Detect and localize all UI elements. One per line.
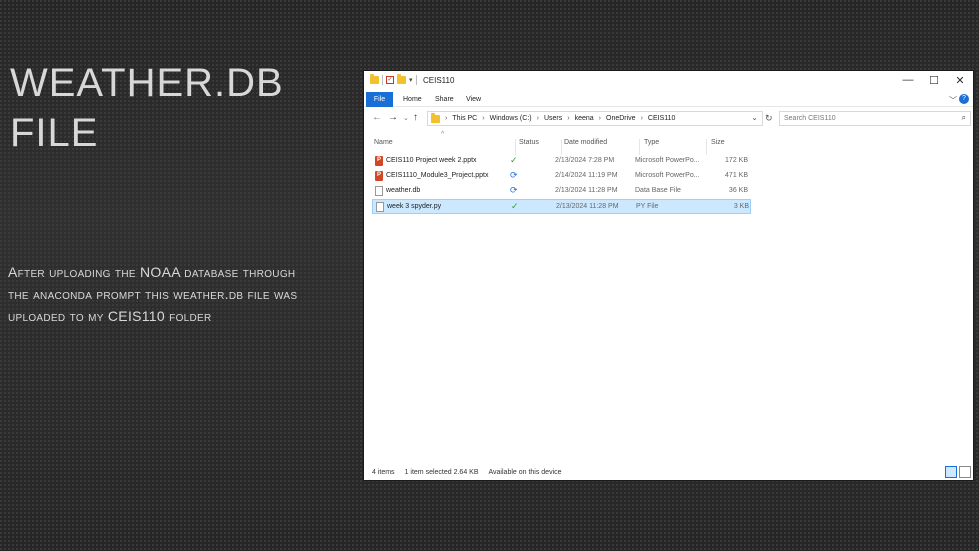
file-date: 2/13/2024 11:28 PM: [555, 187, 618, 194]
toolbar-divider: [382, 75, 383, 85]
back-arrow-icon[interactable]: ←: [372, 112, 382, 123]
chevron-right-icon: ›: [445, 115, 448, 122]
file-date: 2/14/2024 11:19 PM: [555, 172, 618, 179]
selection-info: 1 item selected 2.64 KB: [404, 469, 479, 476]
chevron-right-icon: ›: [482, 115, 485, 122]
file-type: Data Base File: [635, 187, 681, 194]
search-icon: ⌕: [961, 113, 966, 122]
forward-arrow-icon[interactable]: →: [388, 112, 398, 123]
file-date: 2/13/2024 7:28 PM: [555, 157, 615, 164]
slide-title-line1: WEATHER.DB: [10, 61, 284, 105]
search-placeholder: Search CEIS110: [784, 115, 836, 122]
help-icon[interactable]: ?: [959, 94, 969, 104]
address-bar[interactable]: › This PC › Windows (C:) › Users › keena…: [427, 111, 763, 126]
chevron-right-icon: ›: [598, 115, 601, 122]
breadcrumb-users[interactable]: Users: [544, 115, 562, 122]
file-list: CEIS110 Project week 2.pptx ✓ 2/13/2024 …: [372, 154, 751, 214]
file-size: 172 KB: [725, 157, 748, 164]
file-type: Microsoft PowerPo...: [635, 172, 700, 179]
chevron-right-icon: ›: [640, 115, 643, 122]
up-arrow-icon[interactable]: ↑: [413, 112, 418, 123]
search-input[interactable]: Search CEIS110 ⌕: [779, 111, 971, 126]
powerpoint-icon: [375, 171, 383, 181]
python-file-icon: [376, 202, 384, 212]
sync-pending-icon: ⟳: [510, 185, 518, 195]
folder-icon: [431, 112, 440, 123]
slide-body-text: After uploading the NOAA database throug…: [8, 264, 298, 324]
file-row[interactable]: weather.db ⟳ 2/13/2024 11:28 PM Data Bas…: [372, 184, 751, 199]
file-row[interactable]: CEIS1110_Module3_Project.pptx ⟳ 2/14/202…: [372, 169, 751, 184]
navigation-bar: ← → ⌄ ↑ › This PC › Windows (C:) › Users…: [364, 109, 973, 127]
file-explorer-window: ✓ ▾ CEIS110 — ☐ ✕ File Home Share View ﹀…: [363, 70, 974, 481]
slide-title: WEATHER.DB FILE: [10, 58, 340, 158]
recent-locations-icon[interactable]: ⌄: [403, 114, 409, 122]
file-size: 3 KB: [733, 203, 749, 210]
file-name: CEIS1110_Module3_Project.pptx: [386, 172, 489, 179]
tab-home[interactable]: Home: [399, 92, 426, 107]
new-folder-icon[interactable]: [397, 74, 406, 84]
column-header-type[interactable]: Type: [644, 139, 707, 155]
tab-view[interactable]: View: [462, 92, 485, 107]
window-title: CEIS110: [423, 76, 455, 85]
expand-ribbon-icon[interactable]: ﹀: [949, 95, 957, 106]
sort-ascending-icon: ^: [441, 131, 445, 138]
file-name: weather.db: [386, 187, 421, 194]
title-bar: ✓ ▾ CEIS110 — ☐ ✕: [364, 71, 973, 91]
close-button[interactable]: ✕: [947, 74, 973, 87]
file-date: 2/13/2024 11:28 PM: [556, 203, 619, 210]
column-headers: ^ Name Status Date modified Type Size: [364, 131, 754, 155]
breadcrumb-windows-c[interactable]: Windows (C:): [490, 115, 532, 122]
breadcrumb-onedrive[interactable]: OneDrive: [606, 115, 636, 122]
customize-toolbar-icon[interactable]: ▾: [409, 76, 413, 84]
chevron-right-icon: ›: [567, 115, 570, 122]
file-row-selected[interactable]: week 3 spyder.py ✓ 2/13/2024 11:28 PM PY…: [372, 199, 751, 214]
breadcrumb-ceis110[interactable]: CEIS110: [648, 115, 676, 122]
minimize-button[interactable]: —: [895, 74, 921, 86]
item-count: 4 items: [372, 469, 395, 476]
column-header-name[interactable]: Name: [374, 139, 516, 155]
slide-title-line2: FILE: [10, 111, 99, 155]
properties-icon[interactable]: ✓: [386, 76, 394, 84]
maximize-button[interactable]: ☐: [921, 74, 947, 87]
chevron-right-icon: ›: [536, 115, 539, 122]
breadcrumb-keena[interactable]: keena: [575, 115, 594, 122]
tab-share[interactable]: Share: [431, 92, 458, 107]
ribbon-tabs: File Home Share View ﹀ ?: [364, 92, 973, 107]
details-view-icon[interactable]: [945, 466, 957, 478]
quick-access-toolbar: ✓ ▾: [370, 74, 417, 85]
file-type: PY File: [636, 203, 659, 210]
column-header-size[interactable]: Size: [711, 139, 751, 155]
synced-check-icon: ✓: [510, 155, 518, 165]
file-type: Microsoft PowerPo...: [635, 157, 700, 164]
status-bar: 4 items 1 item selected 2.64 KB Availabl…: [372, 469, 562, 476]
tab-file[interactable]: File: [366, 92, 393, 107]
file-size: 471 KB: [725, 172, 748, 179]
large-icons-view-icon[interactable]: [959, 466, 971, 478]
sync-pending-icon: ⟳: [510, 170, 518, 180]
column-header-status[interactable]: Status: [519, 139, 562, 155]
breadcrumb-this-pc[interactable]: This PC: [452, 115, 477, 122]
column-header-date[interactable]: Date modified: [564, 139, 640, 155]
file-icon: [375, 186, 383, 196]
refresh-icon[interactable]: ↻: [765, 113, 773, 124]
file-name: week 3 spyder.py: [387, 203, 442, 210]
chevron-down-icon[interactable]: ⌄: [751, 113, 758, 122]
synced-check-icon: ✓: [511, 201, 519, 211]
powerpoint-icon: [375, 156, 383, 166]
file-row[interactable]: CEIS110 Project week 2.pptx ✓ 2/13/2024 …: [372, 154, 751, 169]
file-size: 36 KB: [728, 187, 748, 194]
file-name: CEIS110 Project week 2.pptx: [386, 157, 477, 164]
folder-icon: [370, 74, 379, 84]
toolbar-divider: [415, 75, 417, 85]
availability-status: Available on this device: [488, 469, 562, 476]
